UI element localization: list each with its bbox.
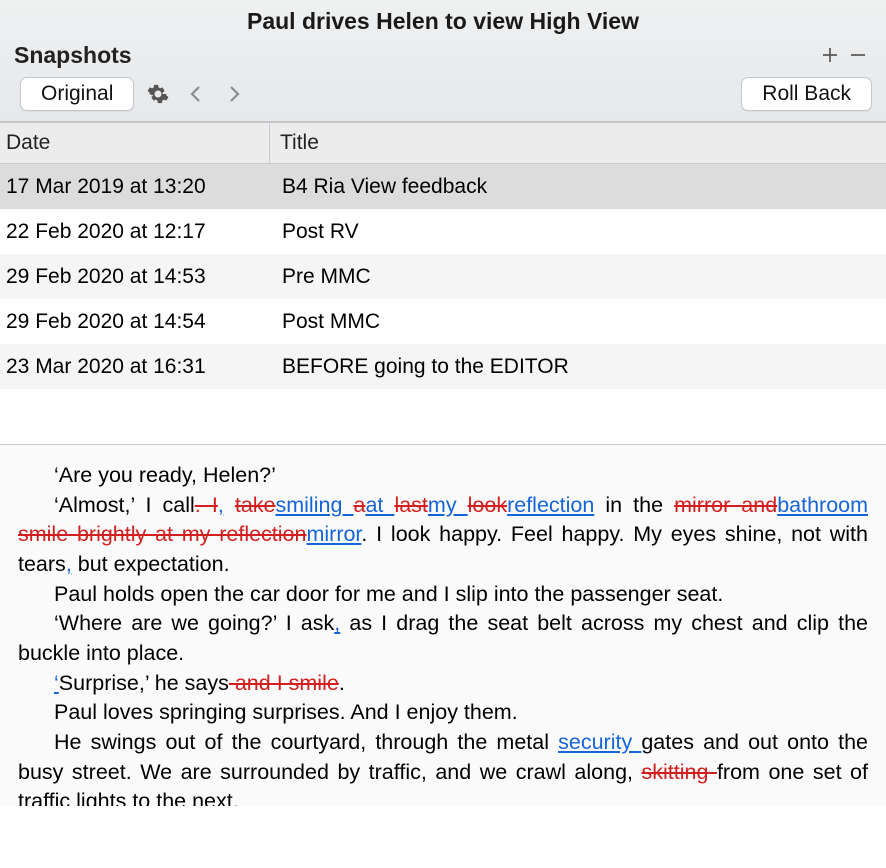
- diff-text-span: in the: [594, 493, 674, 517]
- header: Paul drives Helen to view High View Snap…: [0, 0, 886, 122]
- diff-insertion: my: [428, 493, 468, 517]
- cell-title: Pre MMC: [270, 265, 886, 289]
- diff-deletion: and I smile: [229, 671, 339, 695]
- cell-title: Post MMC: [270, 310, 886, 334]
- diff-text-span: .: [339, 671, 345, 695]
- chevron-left-icon: [189, 84, 203, 104]
- table-row[interactable]: 23 Mar 2020 at 16:31BEFORE going to the …: [0, 344, 886, 389]
- diff-paragraph: Paul loves springing surprises. And I en…: [18, 698, 868, 728]
- diff-paragraph: ‘Are you ready, Helen?’: [18, 461, 868, 491]
- diff-deletion: last: [394, 493, 427, 517]
- cell-title: BEFORE going to the EDITOR: [270, 355, 886, 379]
- cell-date: 23 Mar 2020 at 16:31: [0, 355, 270, 379]
- chevron-right-icon: [227, 84, 241, 104]
- diff-text: ‘Are you ready, Helen?’ ‘Almost,’ I call…: [18, 461, 868, 806]
- original-button[interactable]: Original: [20, 77, 134, 111]
- column-header-title[interactable]: Title: [270, 123, 886, 163]
- next-button[interactable]: [220, 80, 248, 108]
- table-row[interactable]: 17 Mar 2019 at 13:20B4 Ria View feedback: [0, 164, 886, 209]
- plus-icon: [820, 45, 840, 65]
- cell-title: B4 Ria View feedback: [270, 175, 886, 199]
- diff-text-span: He swings out of the courtyard, through …: [54, 730, 558, 754]
- diff-text-span: ‘Where are we going?’ I ask: [54, 611, 334, 635]
- diff-deletion: look: [468, 493, 507, 517]
- diff-deletion: mirror and: [674, 493, 777, 517]
- prev-button[interactable]: [182, 80, 210, 108]
- toolbar-row-2: Original Roll Back: [0, 73, 886, 121]
- cell-date: 22 Feb 2020 at 12:17: [0, 220, 270, 244]
- diff-paragraph: ‘Where are we going?’ I ask, as I drag t…: [18, 609, 868, 668]
- diff-insertion: ,: [218, 493, 224, 517]
- diff-deletion: take: [235, 493, 276, 517]
- remove-snapshot-button[interactable]: [844, 41, 872, 69]
- table-row[interactable]: 29 Feb 2020 at 14:53Pre MMC: [0, 254, 886, 299]
- diff-paragraph: ‘Surprise,’ he says and I smile.: [18, 669, 868, 699]
- snapshots-table: Date Title 17 Mar 2019 at 13:20B4 Ria Vi…: [0, 122, 886, 444]
- table-filler: [0, 389, 886, 434]
- diff-text-span: ‘Almost,’ I call: [54, 493, 195, 517]
- diff-insertion: bathroom: [777, 493, 868, 517]
- diff-text-span: [224, 493, 235, 517]
- toolbar-row-1: Snapshots: [0, 39, 886, 73]
- diff-paragraph: Paul holds open the car door for me and …: [18, 580, 868, 610]
- diff-text-span: Paul holds open the car door for me and …: [54, 582, 723, 606]
- diff-text-span: Surprise,’ he says: [59, 671, 229, 695]
- snapshot-diff-pane: ‘Are you ready, Helen?’ ‘Almost,’ I call…: [0, 444, 886, 806]
- diff-insertion: reflection: [507, 493, 594, 517]
- cell-date: 29 Feb 2020 at 14:53: [0, 265, 270, 289]
- diff-text-span: Paul loves springing surprises. And I en…: [54, 700, 518, 724]
- rollback-button[interactable]: Roll Back: [741, 77, 872, 111]
- page-title: Paul drives Helen to view High View: [0, 0, 886, 39]
- table-header: Date Title: [0, 123, 886, 164]
- diff-text-span: but expectation.: [72, 552, 230, 576]
- diff-insertion: mirror: [306, 522, 361, 546]
- diff-insertion: at: [365, 493, 394, 517]
- diff-paragraph: He swings out of the courtyard, through …: [18, 728, 868, 806]
- diff-deletion: . I: [195, 493, 218, 517]
- gear-icon: [146, 82, 170, 106]
- diff-deletion: smile brightly at my reflection: [18, 522, 306, 546]
- diff-insertion: security: [558, 730, 641, 754]
- add-snapshot-button[interactable]: [816, 41, 844, 69]
- cell-date: 17 Mar 2019 at 13:20: [0, 175, 270, 199]
- snapshots-label: Snapshots: [14, 42, 816, 69]
- cell-date: 29 Feb 2020 at 14:54: [0, 310, 270, 334]
- diff-deletion: skitting: [642, 760, 717, 784]
- table-row[interactable]: 22 Feb 2020 at 12:17Post RV: [0, 209, 886, 254]
- diff-text-span: ‘Are you ready, Helen?’: [54, 463, 276, 487]
- column-header-date[interactable]: Date: [0, 123, 270, 163]
- cell-title: Post RV: [270, 220, 886, 244]
- table-row[interactable]: 29 Feb 2020 at 14:54Post MMC: [0, 299, 886, 344]
- table-body: 17 Mar 2019 at 13:20B4 Ria View feedback…: [0, 164, 886, 444]
- diff-deletion: a: [353, 493, 365, 517]
- diff-insertion: smiling: [276, 493, 354, 517]
- diff-paragraph: ‘Almost,’ I call. I, takesmiling aat las…: [18, 491, 868, 580]
- minus-icon: [848, 45, 868, 65]
- settings-button[interactable]: [144, 80, 172, 108]
